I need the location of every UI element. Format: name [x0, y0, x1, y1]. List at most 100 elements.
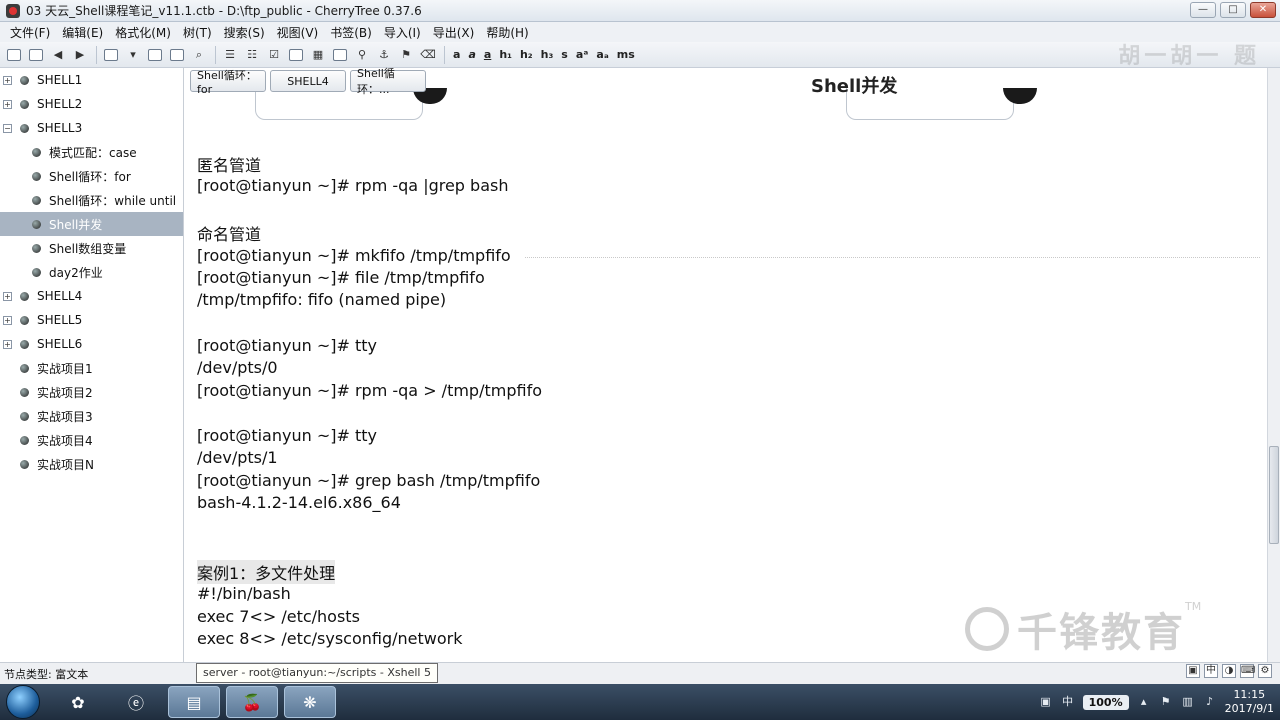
tree-node-array[interactable]: Shell数组变量 — [0, 236, 183, 260]
ime-mode-icon[interactable]: ▣ — [1186, 664, 1200, 678]
toolbar-separator — [215, 45, 216, 64]
tab-shell-for[interactable]: Shell循环：for — [190, 69, 266, 96]
tree-node-shell4[interactable]: + SHELL4 — [0, 284, 183, 308]
tree-node-shell3[interactable]: − SHELL3 — [0, 116, 183, 140]
minimize-button[interactable]: — — [1190, 2, 1216, 18]
doc-line: [root@tianyun ~]# grep bash /tmp/tmpfifo — [197, 471, 541, 490]
taskbar-ie-icon[interactable]: ⓔ — [110, 686, 162, 718]
strikethrough-icon[interactable]: ⚑ — [396, 45, 416, 65]
tree-node-for[interactable]: Shell循环：for — [0, 164, 183, 188]
open-file-icon[interactable] — [101, 45, 121, 65]
close-button[interactable]: ✕ — [1250, 2, 1276, 18]
insert-table-icon[interactable]: ▦ — [308, 45, 328, 65]
dropdown-arrow-icon[interactable]: ▾ — [123, 45, 143, 65]
maximize-button[interactable]: □ — [1220, 2, 1246, 18]
numbered-list-icon[interactable]: ☷ — [242, 45, 262, 65]
tree-node-label: Shell循环：while until — [49, 193, 177, 208]
menu-export[interactable]: 导出(X) — [427, 24, 481, 41]
editor-scrollbar[interactable] — [1267, 68, 1280, 662]
tree-node-while-until[interactable]: Shell循环：while until — [0, 188, 183, 212]
ime-keyboard-icon[interactable]: ⌨ — [1240, 664, 1255, 678]
small-text-icon[interactable]: s — [557, 48, 572, 61]
tree-node-shell2[interactable]: + SHELL2 — [0, 92, 183, 116]
doc-line: [root@tianyun ~]# rpm -qa > /tmp/tmpfifo — [197, 381, 542, 400]
tree-node-shell6[interactable]: + SHELL6 — [0, 332, 183, 356]
expand-icon[interactable]: + — [3, 315, 12, 325]
go-forward-icon[interactable]: ▶ — [70, 45, 90, 65]
insert-anchor-icon[interactable]: ⚓ — [374, 45, 394, 65]
expand-icon[interactable]: + — [3, 291, 12, 301]
menu-format[interactable]: 格式化(M) — [109, 24, 177, 41]
tree-node-shell1[interactable]: + SHELL1 — [0, 68, 183, 92]
scrollbar-thumb[interactable] — [1269, 446, 1279, 544]
insert-link-icon[interactable]: ⚲ — [352, 45, 372, 65]
subscript-icon[interactable]: aₐ — [592, 48, 612, 61]
ime-punct-icon[interactable]: ◑ — [1222, 664, 1236, 678]
taskbar-app-fan-icon[interactable]: ✿ — [52, 686, 104, 718]
menu-search[interactable]: 搜索(S) — [218, 24, 271, 41]
menu-bookmarks[interactable]: 书签(B) — [324, 24, 378, 41]
tree-add-node-icon[interactable] — [4, 45, 24, 65]
tray-network-icon[interactable]: ▥ — [1181, 695, 1195, 709]
monospace-icon[interactable]: ms — [613, 48, 639, 61]
heading2-icon[interactable]: h₂ — [516, 48, 537, 61]
tray-flag-icon[interactable]: ⚑ — [1159, 695, 1173, 709]
insert-image-icon[interactable] — [286, 45, 306, 65]
bullet-list-icon[interactable]: ☰ — [220, 45, 240, 65]
taskbar-files-icon[interactable]: ▤ — [168, 686, 220, 718]
heading1-icon[interactable]: h₁ — [495, 48, 516, 61]
expand-icon[interactable]: + — [3, 75, 12, 85]
ime-chinese-icon[interactable]: 中 — [1204, 664, 1218, 678]
tree-node-projectn[interactable]: 实战项目N — [0, 452, 183, 476]
search-icon[interactable]: ⌕ — [189, 45, 209, 65]
tree-node-project3[interactable]: 实战项目3 — [0, 404, 183, 428]
tree-node-day2[interactable]: day2作业 — [0, 260, 183, 284]
menu-view[interactable]: 视图(V) — [271, 24, 325, 41]
tab-shell4[interactable]: SHELL4 — [270, 70, 346, 92]
bold-icon[interactable]: a — [449, 48, 464, 61]
tree-add-subnode-icon[interactable] — [26, 45, 46, 65]
tray-toolbar-icon[interactable]: ▣ — [1039, 695, 1053, 709]
tree-node-shell5[interactable]: + SHELL5 — [0, 308, 183, 332]
todo-list-icon[interactable]: ☑ — [264, 45, 284, 65]
watermark-tm: TM — [1185, 600, 1202, 613]
tray-expand-icon[interactable]: ▴ — [1137, 695, 1151, 709]
italic-icon[interactable]: a — [464, 48, 479, 61]
menu-edit[interactable]: 编辑(E) — [56, 24, 109, 41]
taskbar-xshell-icon[interactable]: ❋ — [284, 686, 336, 718]
taskbar-clock[interactable]: 11:15 2017/9/1 — [1225, 688, 1274, 716]
tray-volume-icon[interactable]: ♪ — [1203, 695, 1217, 709]
expand-icon[interactable]: + — [3, 99, 12, 109]
tree-node-project4[interactable]: 实战项目4 — [0, 428, 183, 452]
clear-format-icon[interactable]: ⌫ — [418, 45, 438, 65]
menu-tree[interactable]: 树(T) — [177, 24, 218, 41]
ime-settings-icon[interactable]: ⚙ — [1258, 664, 1272, 678]
tree-node-project2[interactable]: 实战项目2 — [0, 380, 183, 404]
watermark-text: 千锋教育 — [1017, 610, 1185, 656]
heading3-icon[interactable]: h₃ — [537, 48, 558, 61]
collapse-icon[interactable]: − — [3, 123, 12, 133]
doc-line: [root@tianyun ~]# mkfifo /tmp/tmpfifo — [197, 246, 511, 265]
insert-codebox-icon[interactable] — [330, 45, 350, 65]
expand-icon[interactable]: + — [3, 339, 12, 349]
menu-file[interactable]: 文件(F) — [4, 24, 56, 41]
tree-node-project1[interactable]: 实战项目1 — [0, 356, 183, 380]
rich-text-editor[interactable]: Shell并发 匿名管道 [root@tianyun ~]# rpm -qa |… — [185, 68, 1267, 662]
save-icon[interactable] — [145, 45, 165, 65]
doc-line: exec 7<> /etc/hosts — [197, 607, 360, 626]
tree-node-case[interactable]: 模式匹配：case — [0, 140, 183, 164]
menu-help[interactable]: 帮助(H) — [480, 24, 534, 41]
node-bullet-icon — [32, 195, 41, 205]
underline-icon[interactable]: a — [480, 48, 495, 61]
tree-node-shell-concurrency[interactable]: Shell并发 — [0, 212, 183, 236]
go-back-icon[interactable]: ◀ — [48, 45, 68, 65]
tray-chinese-icon[interactable]: 中 — [1061, 695, 1075, 709]
tree-node-label: SHELL4 — [37, 289, 83, 303]
tab-shell-loop-more[interactable]: Shell循环：... — [350, 67, 426, 96]
export-pdf-icon[interactable] — [167, 45, 187, 65]
superscript-icon[interactable]: aᵃ — [572, 48, 592, 61]
menu-import[interactable]: 导入(I) — [378, 24, 427, 41]
start-button[interactable] — [6, 685, 40, 719]
tray-zoom-indicator[interactable]: 100% — [1082, 694, 1129, 710]
taskbar-cherrytree-icon[interactable]: 🍒 — [226, 686, 278, 718]
